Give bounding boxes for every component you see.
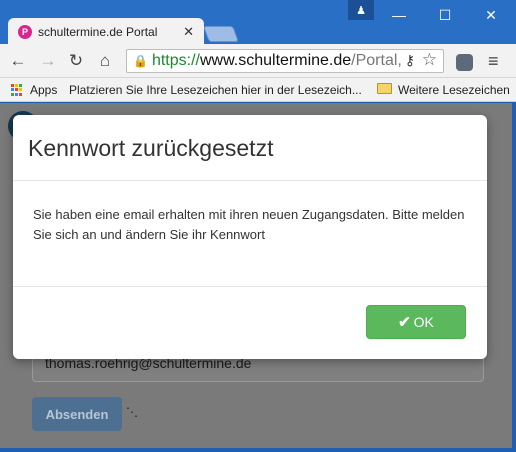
favicon-icon: P [18, 24, 32, 39]
back-icon[interactable]: ← [8, 51, 28, 71]
password-reset-dialog: Kennwort zurückgesetzt Sie haben eine em… [13, 115, 487, 359]
forward-icon[interactable]: → [38, 51, 58, 71]
maximize-button[interactable]: ☐ [422, 0, 468, 30]
bookmarks-bar: Apps Platzieren Sie Ihre Lesezeichen hie… [0, 78, 516, 102]
dialog-title: Kennwort zurückgesetzt [28, 135, 274, 161]
dialog-message: Sie haben eine email erhalten mit ihren … [13, 181, 487, 287]
ok-button[interactable]: ✔ OK [366, 305, 466, 339]
bookmarks-hint: Platzieren Sie Ihre Lesezeichen hier in … [69, 83, 362, 97]
tab-close-icon[interactable]: ✕ [183, 24, 194, 40]
home-icon[interactable]: ⌂ [95, 51, 115, 71]
new-tab-button[interactable] [203, 26, 239, 42]
dialog-header: Kennwort zurückgesetzt [13, 115, 487, 181]
reload-icon[interactable]: ↻ [66, 51, 86, 71]
browser-tab[interactable]: P schultermine.de Portal ✕ [8, 18, 204, 45]
folder-icon [377, 83, 392, 94]
close-window-button[interactable]: ✕ [468, 0, 514, 30]
url-text: https://www.schultermine.de/Portal, [151, 52, 402, 69]
submit-button[interactable]: Absenden [32, 397, 122, 431]
window-titlebar: ♟ — ☐ ✕ P schultermine.de Portal ✕ [0, 0, 516, 45]
extension-icon[interactable] [456, 54, 473, 71]
browser-toolbar: ← → ↻ ⌂ 🔒 https://www.schultermine.de/Po… [0, 44, 516, 78]
apps-grid-icon[interactable] [11, 84, 23, 96]
ok-label: OK [413, 314, 434, 330]
lock-icon: 🔒 [133, 54, 148, 68]
apps-link[interactable]: Apps [30, 83, 57, 97]
address-bar[interactable]: 🔒 https://www.schultermine.de/Portal, ⚷ … [126, 49, 444, 73]
loading-spinner-icon: ⋱ [126, 405, 138, 419]
check-icon: ✔ [398, 314, 411, 331]
bookmark-star-icon[interactable]: ☆ [422, 50, 437, 70]
minimize-button[interactable]: — [376, 0, 422, 30]
menu-icon[interactable]: ≡ [488, 51, 499, 72]
key-icon[interactable]: ⚷ [405, 52, 415, 69]
tab-title: schultermine.de Portal [38, 24, 158, 39]
dialog-footer: ✔ OK [13, 287, 487, 358]
profile-icon[interactable]: ♟ [348, 0, 374, 20]
more-bookmarks-link[interactable]: Weitere Lesezeichen [398, 83, 510, 97]
